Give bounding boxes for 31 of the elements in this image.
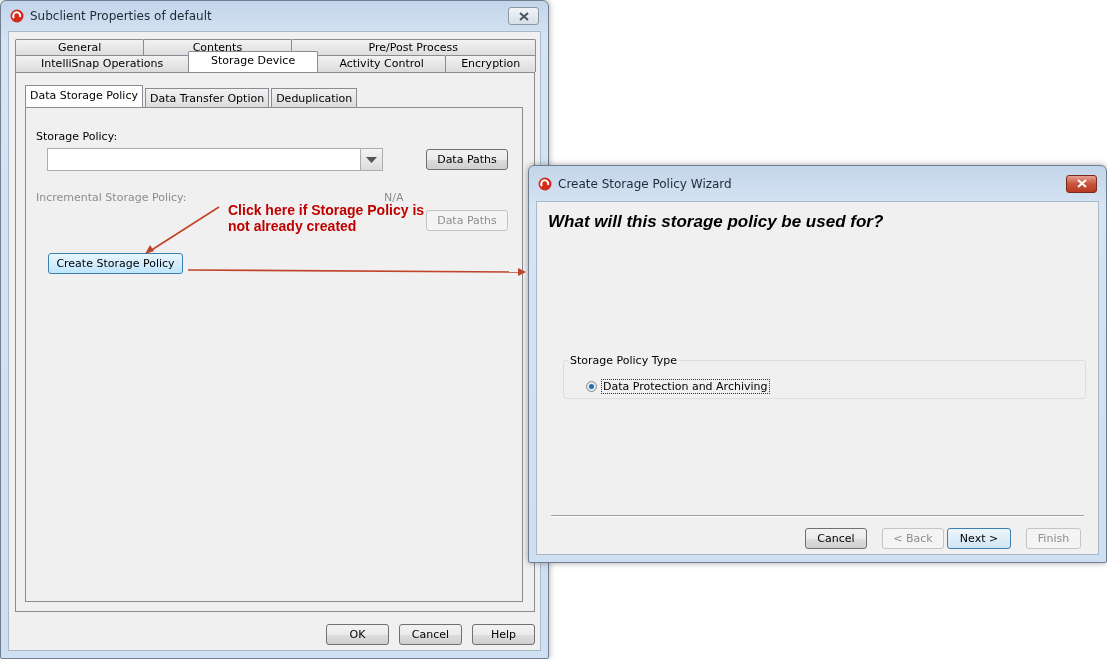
dialog-button[interactable]: OK	[326, 624, 389, 645]
create-storage-policy-button[interactable]: Create Storage Policy	[48, 253, 183, 274]
tab[interactable]: Activity Control	[316, 55, 447, 72]
tab[interactable]: Storage Device	[188, 51, 318, 72]
tab[interactable]: Data Transfer Option	[144, 88, 270, 107]
field-value: N/A	[384, 191, 404, 204]
window-title: Create Storage Policy Wizard	[558, 176, 733, 191]
window-title: Subclient Properties of default	[30, 9, 213, 23]
tab[interactable]: Encryption	[445, 55, 536, 72]
wizard-question: What will this storage policy be used for?	[548, 212, 885, 232]
close-button[interactable]	[508, 7, 539, 25]
data-paths-button[interactable]: Data Paths	[426, 149, 508, 170]
field-label: Storage Policy:	[36, 130, 119, 144]
field-label: Incremental Storage Policy:	[36, 191, 188, 205]
dialog-button[interactable]: Cancel	[399, 624, 462, 645]
tab[interactable]: Data Storage Policy	[25, 85, 143, 107]
close-icon	[518, 11, 529, 21]
close-icon	[1076, 179, 1087, 188]
annotation-text: Click here if Storage Policy is not already created	[228, 202, 426, 234]
dialog-button[interactable]: Help	[472, 624, 535, 645]
tab[interactable]: IntelliSnap Operations	[15, 55, 190, 72]
logo-icon	[10, 9, 24, 23]
logo-icon	[538, 176, 552, 191]
dropdown-arrow-icon	[366, 156, 377, 163]
radio-button[interactable]	[586, 381, 597, 392]
wizard-button[interactable]: Cancel	[805, 528, 867, 549]
wizard-button[interactable]: Next >	[947, 528, 1011, 549]
tab[interactable]: Deduplication	[271, 88, 358, 107]
close-button[interactable]	[1066, 174, 1097, 193]
radio-label: Data Protection and Archiving	[601, 379, 770, 394]
group-title: Storage Policy Type	[569, 354, 678, 367]
